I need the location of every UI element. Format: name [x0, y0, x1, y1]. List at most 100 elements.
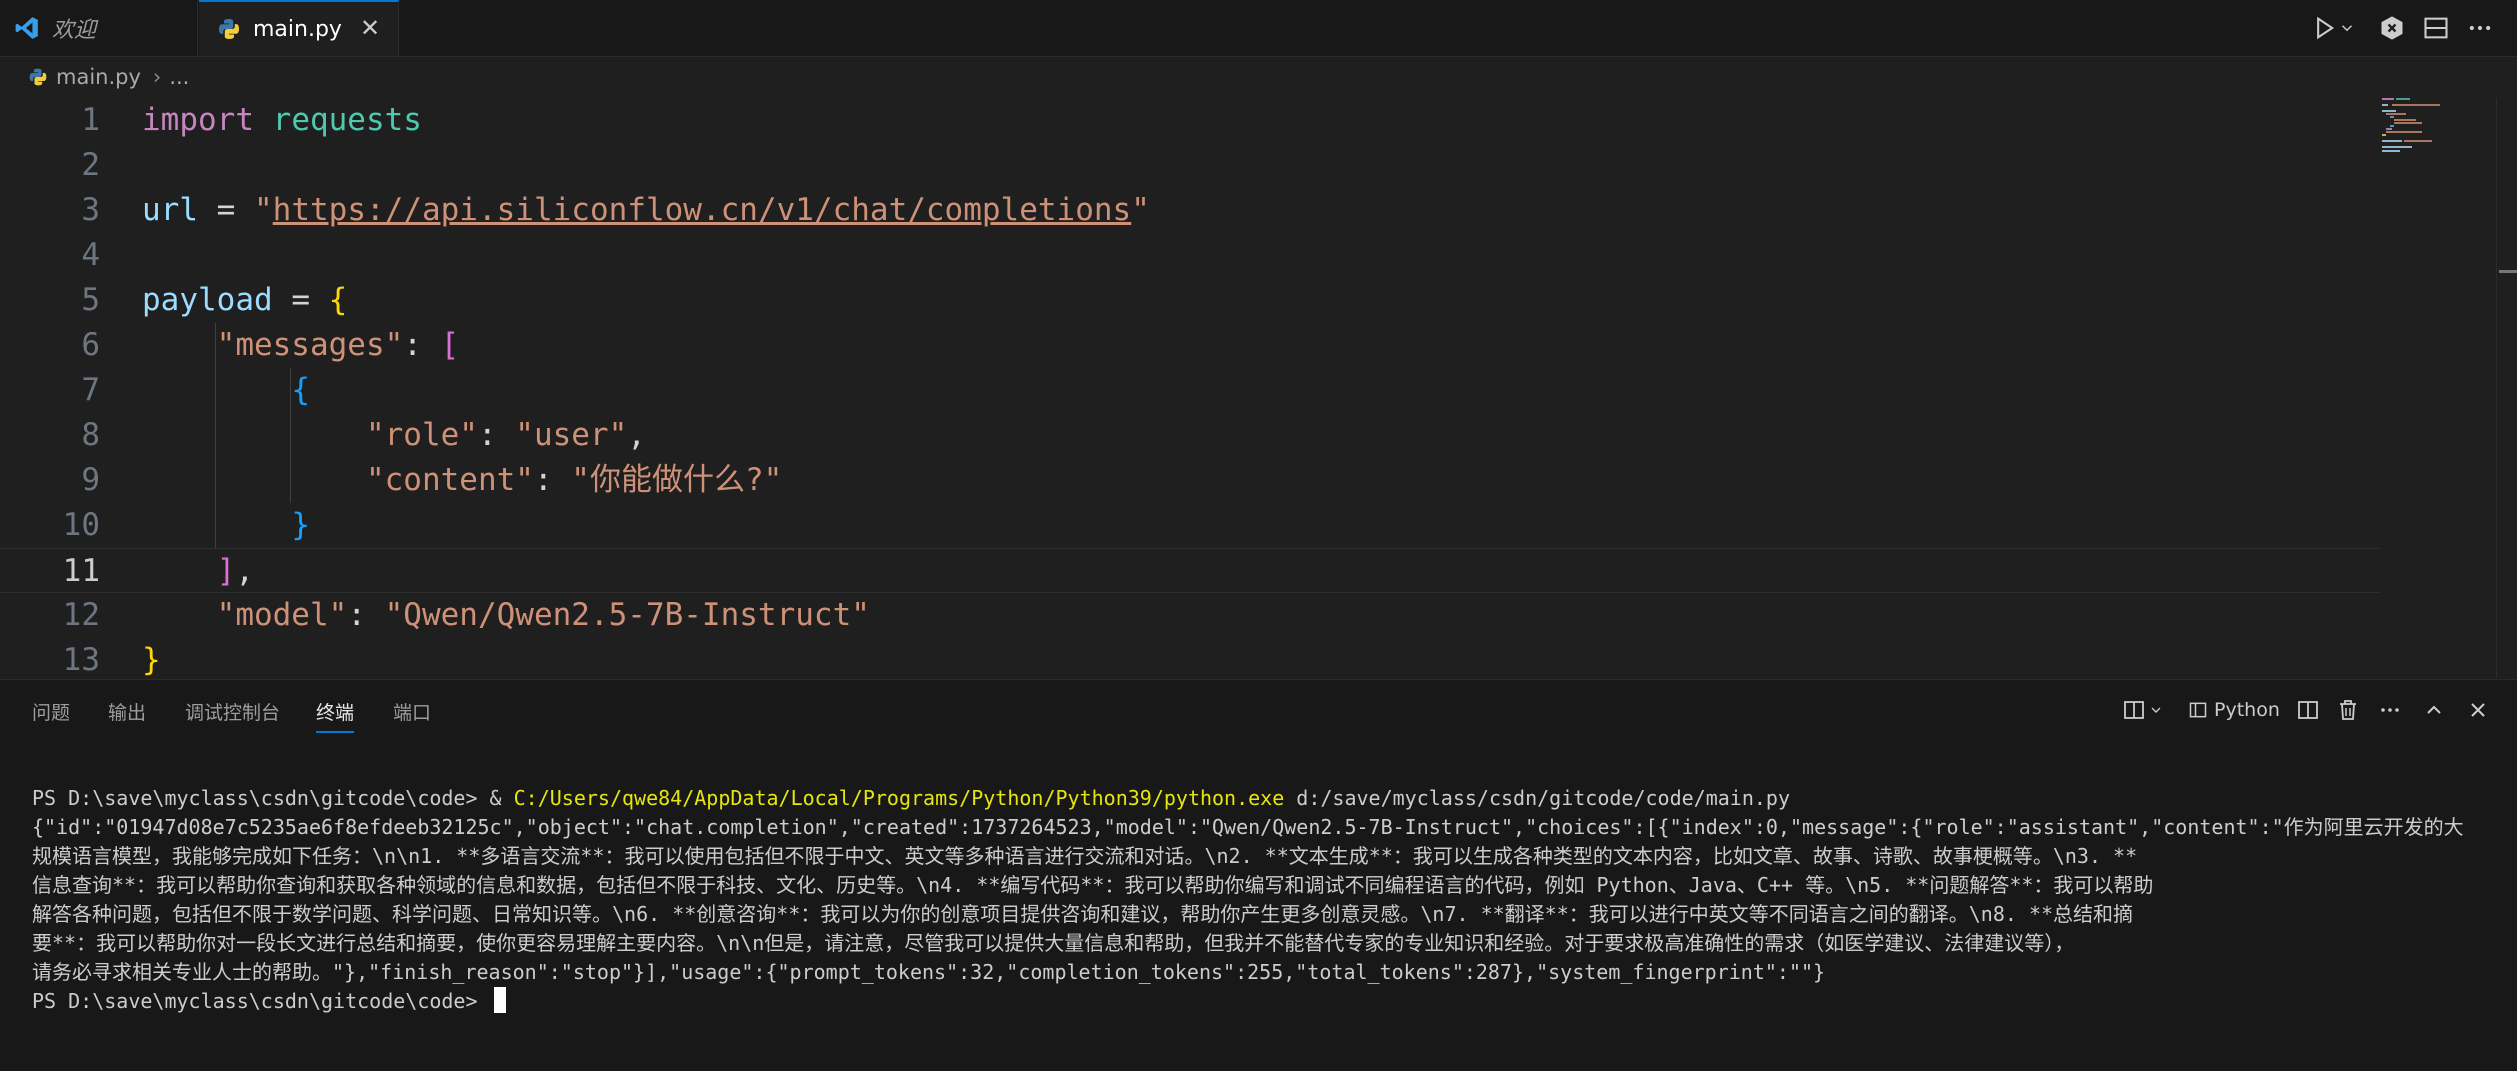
more-actions-icon[interactable] [2378, 696, 2402, 724]
panel-tab-problems[interactable]: 问题 [32, 698, 70, 725]
breadcrumb-separator: › [152, 65, 162, 89]
code-token: { [291, 372, 310, 408]
terminal-command-line: PS D:\save\myclass\csdn\gitcode\code> & … [32, 784, 2502, 813]
indent-guide [215, 323, 216, 548]
terminal-prompt: PS D:\save\myclass\csdn\gitcode\code> [32, 989, 490, 1013]
code-text: ], [142, 549, 254, 594]
code-token: "model" [216, 597, 348, 633]
breadcrumb-file[interactable]: main.py [56, 65, 141, 89]
panel-tab-bar: 问题 输出 调试控制台 终端 端口 Python [0, 680, 2517, 742]
line-number: 11 [62, 553, 100, 589]
breadcrumb-symbols[interactable]: ... [169, 65, 189, 89]
terminal-profile[interactable]: Python [2188, 696, 2280, 724]
code-token: "role" [365, 417, 478, 453]
line-number: 9 [81, 462, 100, 498]
code-token: : [533, 462, 572, 498]
python-file-icon [29, 68, 47, 86]
indent-guide [290, 368, 291, 503]
panel-tab-output[interactable]: 输出 [108, 698, 146, 725]
terminal-output-line: 规模语言模型，我能够完成如下任务：\n\n1. **多语言交流**：我可以使用包… [32, 844, 2138, 868]
code-line[interactable]: 4 [0, 233, 2380, 278]
line-number: 2 [81, 147, 100, 183]
tab-main-py[interactable]: main.py ✕ [199, 0, 399, 56]
chevron-down-icon[interactable] [2338, 14, 2356, 42]
editor-scrollbar[interactable] [2496, 98, 2517, 678]
line-number: 12 [62, 597, 100, 633]
terminal-prompt: PS D:\save\myclass\csdn\gitcode\code> & [32, 786, 514, 810]
minimap[interactable] [2378, 98, 2498, 678]
code-line[interactable]: 11 ], [0, 548, 2380, 593]
close-tab-icon[interactable]: ✕ [356, 14, 384, 42]
terminal-split-icon [2189, 702, 2207, 718]
chevron-down-icon[interactable] [2148, 696, 2164, 724]
code-token: , [627, 417, 646, 453]
terminal-output[interactable]: PS D:\save\myclass\csdn\gitcode\code> & … [32, 784, 2502, 1016]
scrollbar-marker [2499, 270, 2517, 273]
code-token: import [142, 102, 254, 138]
terminal-prompt-line: PS D:\save\myclass\csdn\gitcode\code> [32, 987, 2502, 1016]
line-number: 5 [81, 282, 100, 318]
code-text: "messages": [ [142, 323, 460, 368]
run-python-file-icon[interactable] [2310, 14, 2338, 42]
code-text: { [142, 368, 310, 413]
code-token: : [347, 597, 385, 633]
code-text: import requests [142, 98, 422, 143]
code-token: = [272, 282, 329, 318]
panel-tab-debug-console[interactable]: 调试控制台 [185, 698, 280, 725]
code-text: payload = { [142, 278, 347, 323]
terminal-output-line: 解答各种问题，包括但不限于数学问题、科学问题、日常知识等。\n6. **创意咨询… [32, 902, 2134, 926]
extension-cube-icon[interactable] [2378, 14, 2406, 42]
code-line[interactable]: 12 "model": "Qwen/Qwen2.5-7B-Instruct" [0, 593, 2380, 638]
code-line[interactable]: 6 "messages": [ [0, 323, 2380, 368]
split-editor-icon[interactable] [2422, 14, 2450, 42]
trash-icon[interactable] [2336, 696, 2360, 724]
terminal-exe-path: C:/Users/qwe84/AppData/Local/Programs/Py… [513, 786, 1285, 810]
code-line[interactable]: 2 [0, 143, 2380, 188]
code-token: [ [440, 327, 460, 363]
code-line[interactable]: 8 "role": "user", [0, 413, 2380, 458]
python-file-icon [219, 19, 239, 39]
code-token: "messages" [216, 327, 404, 363]
code-text: "role": "user", [142, 413, 646, 458]
code-token: "Qwen/Qwen2.5-7B-Instruct" [384, 597, 870, 633]
code-text: "model": "Qwen/Qwen2.5-7B-Instruct" [142, 593, 870, 638]
code-text: } [142, 503, 310, 548]
more-actions-icon[interactable] [2466, 14, 2494, 42]
code-line[interactable]: 10 } [0, 503, 2380, 548]
panel-tab-ports[interactable]: 端口 [393, 698, 431, 725]
terminal-output-line: 信息查询**：我可以帮助你查询和获取各种领域的信息和数据，包括但不限于科技、文化… [32, 873, 2154, 897]
code-token: url [142, 192, 198, 228]
code-token: } [291, 507, 310, 543]
code-text: } [142, 638, 161, 678]
tab-welcome[interactable]: 欢迎 [0, 0, 198, 56]
split-terminal-icon[interactable] [2296, 696, 2320, 724]
code-line[interactable]: 5 payload = { [0, 278, 2380, 323]
line-number: 8 [81, 417, 100, 453]
terminal-output-line: 要**：我可以帮助你对一段长文进行总结和摘要，使你更容易理解主要内容。\n\n但… [32, 931, 2075, 955]
terminal-output-line: 请务必寻求相关专业人士的帮助。"},"finish_reason":"stop"… [32, 960, 1826, 984]
maximize-panel-icon[interactable] [2422, 696, 2446, 724]
close-panel-icon[interactable] [2466, 696, 2490, 724]
code-line[interactable]: 13} [0, 638, 2380, 678]
code-line[interactable]: 3 url = "https://api.siliconflow.cn/v1/ch… [0, 188, 2380, 233]
line-number: 1 [81, 102, 100, 138]
panel-tab-terminal[interactable]: 终端 [316, 698, 355, 733]
tab-label: main.py [253, 16, 342, 42]
code-token: , [235, 553, 254, 589]
terminal-profile-label: Python [2214, 699, 2280, 721]
code-line[interactable]: 1 import requests [0, 98, 2380, 143]
new-terminal-layout-icon[interactable] [2122, 696, 2146, 724]
line-number: 4 [81, 237, 100, 273]
code-token: requests [272, 102, 422, 138]
tab-label: 欢迎 [52, 18, 97, 43]
code-line[interactable]: 7 { [0, 368, 2380, 413]
code-line[interactable]: 9 "content": "你能做什么?" [0, 458, 2380, 503]
line-number: 6 [81, 327, 100, 363]
code-editor[interactable]: 1 import requests 2 3 url = "https://api.sil… [0, 98, 2517, 678]
